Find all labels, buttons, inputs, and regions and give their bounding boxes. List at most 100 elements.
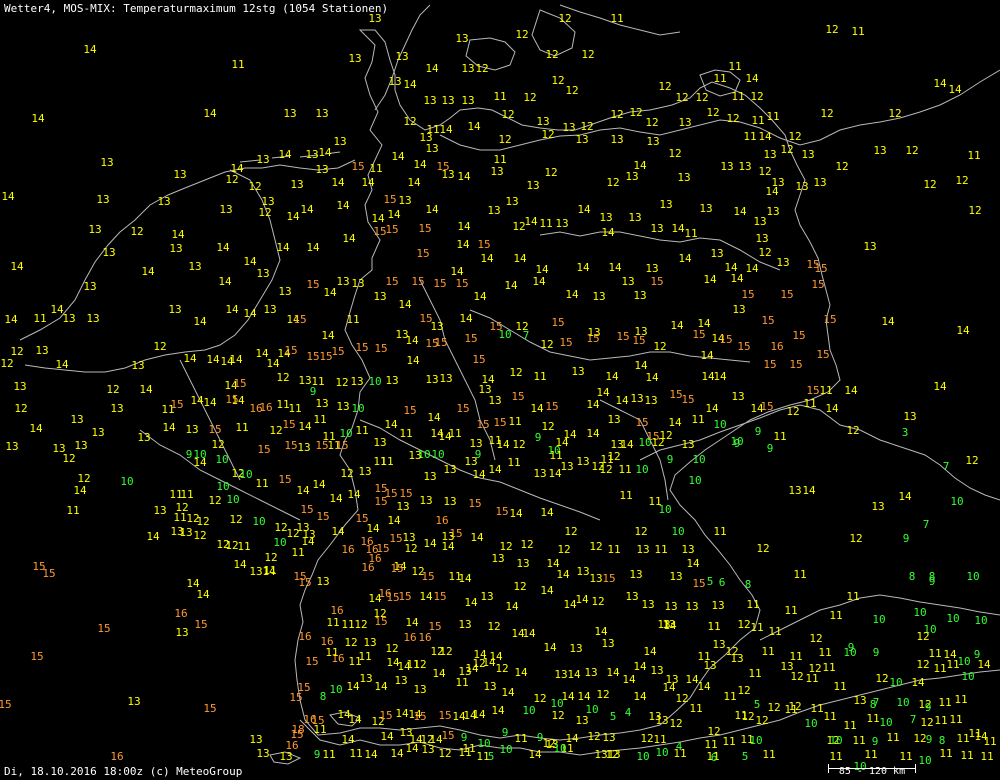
station-value: 14: [233, 558, 247, 571]
station-value: 13: [358, 465, 371, 478]
station-value: 13: [576, 565, 589, 578]
station-value: 12: [587, 730, 600, 743]
weather-map: 1413 12 1113 12 12 1111 13 1314 13 1213 1412 121212…: [0, 0, 1000, 780]
station-value: 15: [635, 416, 648, 429]
station-value: 12: [726, 112, 739, 125]
station-value: 15: [203, 702, 216, 715]
station-value: 13: [408, 449, 421, 462]
station-value: 7: [943, 460, 950, 473]
station-value: 11: [766, 110, 779, 123]
station-value: 12: [737, 618, 750, 631]
station-value: 15: [789, 358, 802, 371]
station-value: 13: [571, 365, 584, 378]
station-value: 13: [641, 598, 654, 611]
station-value: 14: [700, 349, 714, 362]
station-value: 14: [514, 666, 528, 679]
station-value: 10: [477, 737, 490, 750]
station-value: 13: [763, 148, 776, 161]
station-value: 10: [946, 612, 959, 625]
station-value: 10: [215, 453, 228, 466]
station-value: 13: [633, 289, 646, 302]
station-value: 15: [97, 622, 110, 635]
station-value: 14: [473, 290, 487, 303]
station-value: 12: [599, 463, 612, 476]
station-value: 11: [823, 710, 836, 723]
station-value: 14: [662, 681, 676, 694]
station-value: 15: [472, 353, 485, 366]
station-value: 12: [509, 366, 522, 379]
station-value: 16: [368, 552, 381, 565]
station-value: 14: [425, 62, 439, 75]
station-value: 13: [394, 674, 407, 687]
station-value: 13: [766, 205, 779, 218]
station-value: 14: [802, 484, 816, 497]
station-value: 15: [741, 288, 754, 301]
station-value: 11: [255, 477, 268, 490]
station-value: 13: [685, 600, 698, 613]
station-value: 14: [668, 416, 682, 429]
station-value: 13: [487, 204, 500, 217]
station-value: 13: [801, 148, 814, 161]
station-value: 15: [282, 418, 295, 431]
station-value: 13: [659, 198, 672, 211]
station-value: 15: [760, 400, 773, 413]
station-value: 14: [825, 402, 839, 415]
station-value: 15: [559, 336, 572, 349]
station-value: 14: [73, 484, 87, 497]
station-value: 12: [591, 595, 604, 608]
station-value: 13: [188, 260, 201, 273]
station-value: 12: [809, 632, 822, 645]
station-value: 13: [175, 626, 188, 639]
station-value: 15: [814, 262, 827, 275]
station-value: 14: [395, 707, 409, 720]
station-value: 15: [602, 572, 615, 585]
station-value: 13: [458, 618, 471, 631]
station-value: 15: [374, 615, 387, 628]
station-value: 12: [706, 106, 719, 119]
station-value: 13: [373, 436, 386, 449]
station-value: 10: [974, 614, 987, 627]
station-value: 14: [540, 506, 554, 519]
station-value: 16: [174, 607, 187, 620]
station-value: 14: [368, 592, 382, 605]
station-value: 10: [655, 746, 668, 759]
station-value: 14: [329, 492, 343, 505]
station-value: 12: [344, 636, 357, 649]
station-value: 12: [629, 106, 642, 119]
station-value: 11: [458, 746, 471, 759]
station-value: 13: [703, 659, 716, 672]
station-value: 14: [403, 78, 417, 91]
station-value: 12: [495, 662, 508, 675]
station-value: 12: [558, 12, 571, 25]
station-value: 12: [501, 108, 514, 121]
station-value: 16: [259, 401, 272, 414]
station-value: 14: [374, 680, 388, 693]
station-value: 15: [278, 473, 291, 486]
station-value: 11: [691, 413, 704, 426]
station-value: 14: [216, 241, 230, 254]
station-value: 11: [237, 540, 250, 553]
station-value: 11: [231, 58, 244, 71]
station-value: 15: [385, 223, 398, 236]
station-value: 13: [461, 62, 474, 75]
station-value: 13: [398, 194, 411, 207]
station-value: 13: [336, 275, 349, 288]
station-value: 12: [10, 345, 23, 358]
station-value: 14: [146, 530, 160, 543]
station-value: 14: [336, 199, 350, 212]
station-value: 14: [423, 537, 437, 550]
station-value: 11: [723, 690, 736, 703]
station-value: 11: [313, 413, 326, 426]
station-value: 11: [322, 748, 335, 761]
station-value: 13: [169, 242, 182, 255]
station-value: 13: [425, 373, 438, 386]
station-value: 14: [425, 203, 439, 216]
station-value: 12: [607, 450, 620, 463]
station-value: 16: [110, 750, 123, 763]
station-value: 12: [193, 529, 206, 542]
station-value: 14: [556, 568, 570, 581]
station-value: 13: [137, 431, 150, 444]
station-value: 15: [355, 341, 368, 354]
station-value: 15: [306, 278, 319, 291]
station-value: 12: [695, 91, 708, 104]
